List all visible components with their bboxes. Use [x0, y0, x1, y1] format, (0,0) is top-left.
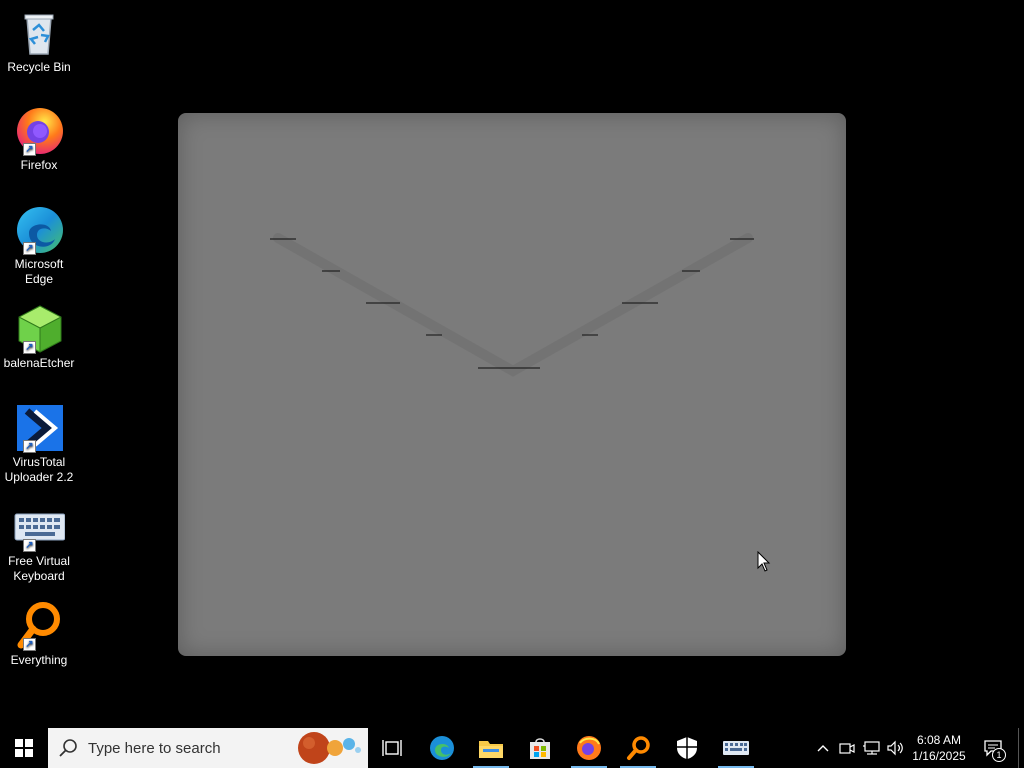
edge-icon — [430, 736, 454, 760]
chevron-up-icon — [817, 745, 829, 752]
clock-time: 6:08 AM — [916, 733, 962, 747]
taskbar-search-box[interactable]: Type here to search — [48, 728, 368, 768]
desktop-icon-label: balenaEtcher — [3, 356, 75, 370]
shortcut-arrow-icon: ↗ — [23, 440, 36, 453]
network-icon — [863, 741, 880, 755]
shortcut-arrow-icon: ↗ — [23, 143, 36, 156]
task-view-button[interactable] — [368, 728, 416, 768]
desktop-icon-label: Edge — [24, 272, 54, 286]
edge-icon: ↗ — [13, 205, 65, 255]
recycle-bin-icon — [13, 8, 65, 58]
everything-magnifier-icon — [627, 736, 650, 760]
search-highlight-planets-icon — [298, 732, 361, 764]
desktop-icon-microsoft-edge[interactable]: ↗ Microsoft Edge — [2, 205, 76, 287]
tray-meet-now[interactable] — [836, 728, 858, 768]
ghost-window[interactable] — [178, 113, 846, 656]
store-bag-icon — [530, 738, 550, 759]
desktop-icon-recycle-bin[interactable]: Recycle Bin — [2, 8, 76, 75]
shortcut-arrow-icon: ↗ — [23, 539, 36, 552]
mouse-cursor-icon — [757, 550, 771, 578]
task-view-icon — [382, 740, 402, 756]
tray-clock[interactable]: 6:08 AM 1/16/2025 — [906, 728, 972, 768]
firefox-icon: ↗ — [13, 106, 65, 156]
desktop-icon-label: Keyboard — [13, 569, 65, 583]
taskbar-windows-security[interactable] — [663, 728, 711, 768]
desktop-icon-firefox[interactable]: ↗ Firefox — [2, 106, 76, 173]
folder-icon — [479, 741, 503, 758]
taskbar-everything[interactable] — [614, 728, 662, 768]
search-placeholder: Type here to search — [88, 739, 221, 757]
desktop-icon-label: VirusTotal — [12, 455, 66, 469]
taskbar-microsoft-store[interactable] — [516, 728, 564, 768]
taskbar-edge[interactable] — [418, 728, 466, 768]
desktop-icon-virustotal-uploader[interactable]: ↗ VirusTotal Uploader 2.2 — [2, 403, 76, 485]
desktop-icon-balenaetcher[interactable]: ↗ balenaEtcher — [2, 304, 76, 371]
desktop-icon-label: Microsoft — [14, 257, 64, 271]
desktop-icon-label: Uploader 2.2 — [4, 470, 74, 484]
chevron-graphic — [270, 233, 754, 377]
notification-count-badge: 1 — [992, 748, 1006, 762]
taskbar-free-virtual-keyboard[interactable] — [712, 728, 760, 768]
shortcut-arrow-icon: ↗ — [23, 638, 36, 651]
desktop-icon-label: Recycle Bin — [7, 60, 71, 74]
desktop-icon-label: Everything — [10, 653, 68, 667]
show-hidden-icons-button[interactable] — [812, 728, 834, 768]
virustotal-icon: ↗ — [13, 403, 65, 453]
taskbar-firefox[interactable] — [565, 728, 613, 768]
show-desktop-button[interactable] — [1018, 728, 1024, 768]
clock-date: 1/16/2025 — [912, 749, 966, 763]
firefox-icon — [577, 736, 601, 760]
shield-icon — [677, 737, 697, 759]
keyboard-icon: ↗ — [13, 502, 66, 552]
start-button[interactable] — [0, 728, 48, 768]
shortcut-arrow-icon: ↗ — [23, 341, 36, 354]
everything-magnifier-icon: ↗ — [13, 601, 65, 651]
keyboard-icon — [723, 741, 749, 755]
desktop-icon-free-virtual-keyboard[interactable]: ↗ Free Virtual Keyboard — [2, 502, 76, 584]
taskbar: Type here to search 6:08 AM 1/16/2025 1 — [0, 728, 1024, 768]
tray-volume[interactable] — [884, 728, 906, 768]
tray-network[interactable] — [860, 728, 882, 768]
balenaetcher-cube-icon: ↗ — [13, 304, 65, 354]
search-icon — [59, 739, 77, 757]
action-center-button[interactable]: 1 — [978, 728, 1008, 768]
shortcut-arrow-icon: ↗ — [23, 242, 36, 255]
desktop-icon-label: Free Virtual — [8, 554, 70, 568]
taskbar-file-explorer[interactable] — [467, 728, 515, 768]
windows-logo-icon — [15, 739, 33, 757]
desktop-icon-everything[interactable]: ↗ Everything — [2, 601, 76, 668]
desktop-icon-label: Firefox — [20, 158, 58, 172]
camera-icon — [839, 743, 855, 754]
speaker-icon — [887, 740, 903, 756]
